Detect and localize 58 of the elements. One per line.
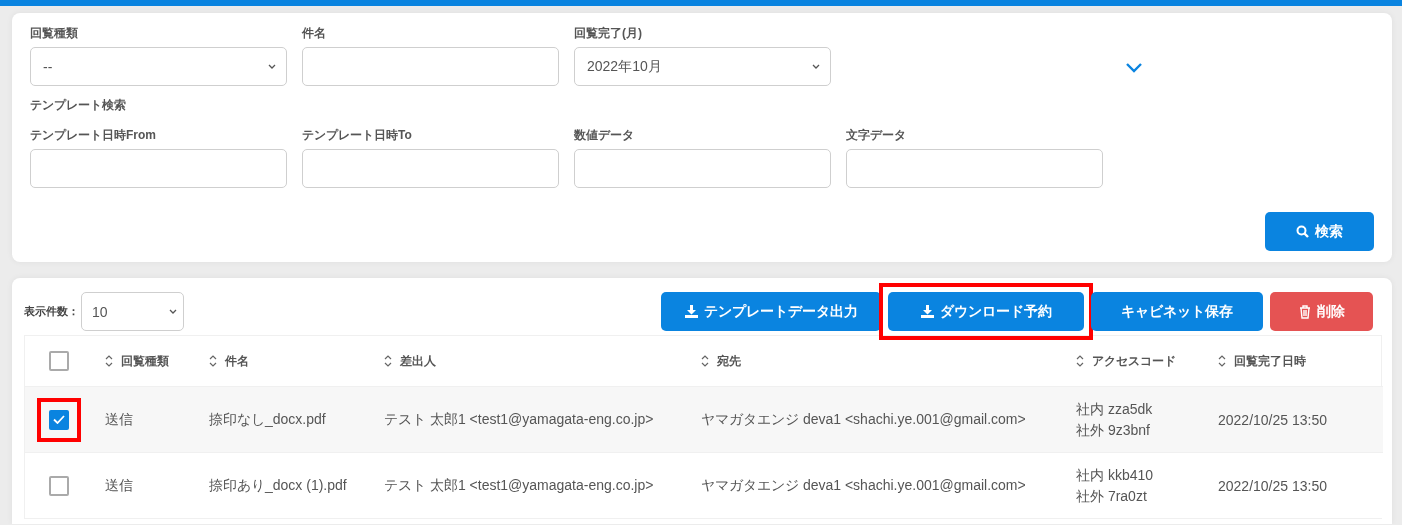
- delete-button[interactable]: 削除: [1270, 292, 1373, 331]
- chevron-down-icon[interactable]: [1126, 63, 1142, 73]
- sort-icon[interactable]: [701, 354, 709, 368]
- action-button[interactable]: テンプレートデータ出力: [661, 292, 881, 331]
- table-cell: 送信: [105, 476, 133, 495]
- table-cell: 捺印あり_docx (1).pdf: [209, 476, 347, 495]
- column-header[interactable]: 回覧種類: [121, 352, 169, 370]
- search-icon: [1296, 225, 1309, 238]
- sort-icon[interactable]: [384, 354, 392, 368]
- action-button[interactable]: ダウンロード予約: [888, 292, 1084, 331]
- input-field[interactable]: [30, 149, 287, 188]
- field-label: 文字データ: [846, 127, 906, 143]
- field-label: 回覧種類: [30, 25, 78, 41]
- section-title: テンプレート検索: [30, 97, 126, 113]
- column-header[interactable]: 回覧完了日時: [1234, 352, 1306, 370]
- select-field[interactable]: 2022年10月: [574, 47, 831, 86]
- search-button[interactable]: 検索: [1265, 212, 1374, 251]
- row-checkbox[interactable]: [49, 409, 69, 430]
- caret-icon: [812, 64, 820, 69]
- select-all-checkbox[interactable]: [49, 351, 69, 371]
- sort-icon[interactable]: [1218, 354, 1226, 368]
- field-label: 数値データ: [574, 127, 634, 143]
- input-field[interactable]: [302, 149, 559, 188]
- download-icon: [920, 305, 934, 318]
- column-header[interactable]: 差出人: [400, 352, 436, 370]
- table-cell: テスト 太郎1 <test1@yamagata-eng.co.jp>: [384, 476, 654, 495]
- check-icon: [53, 415, 65, 424]
- action-button[interactable]: キャビネット保存: [1091, 292, 1263, 331]
- row-checkbox[interactable]: [49, 475, 69, 496]
- input-field[interactable]: [302, 47, 559, 86]
- sort-icon[interactable]: [209, 354, 217, 368]
- caret-icon: [169, 309, 177, 314]
- field-label: テンプレート日時To: [302, 127, 412, 143]
- input-field[interactable]: [846, 149, 1103, 188]
- column-header[interactable]: 宛先: [717, 352, 741, 370]
- select-field[interactable]: --: [30, 47, 287, 86]
- trash-icon: [1298, 304, 1311, 319]
- field-label: 件名: [302, 25, 326, 41]
- download-icon: [684, 305, 698, 318]
- field-label: テンプレート日時From: [30, 127, 156, 143]
- column-header[interactable]: 件名: [225, 352, 249, 370]
- table-cell: ヤマガタエンジ deva1 <shachi.ye.001@gmail.com>: [701, 476, 1026, 495]
- table-cell: 2022/10/25 13:50: [1218, 411, 1327, 428]
- access-code: 社内 kkb410 社外 7ra0zt: [1076, 465, 1154, 506]
- table-cell: 捺印なし_docx.pdf: [209, 410, 326, 429]
- column-header[interactable]: アクセスコード: [1092, 352, 1176, 370]
- sort-icon[interactable]: [105, 354, 113, 368]
- caret-icon: [268, 64, 276, 69]
- table-cell: 2022/10/25 13:50: [1218, 477, 1327, 494]
- page-size-label: 表示件数：: [24, 304, 79, 319]
- input-field[interactable]: [574, 149, 831, 188]
- field-label: 回覧完了(月): [574, 25, 642, 41]
- sort-icon[interactable]: [1076, 354, 1084, 368]
- table-cell: ヤマガタエンジ deva1 <shachi.ye.001@gmail.com>: [701, 410, 1026, 429]
- table-cell: 送信: [105, 410, 133, 429]
- page-size-select[interactable]: 10: [81, 292, 184, 331]
- access-code: 社内 zza5dk 社外 9z3bnf: [1076, 399, 1153, 440]
- table-cell: テスト 太郎1 <test1@yamagata-eng.co.jp>: [384, 410, 654, 429]
